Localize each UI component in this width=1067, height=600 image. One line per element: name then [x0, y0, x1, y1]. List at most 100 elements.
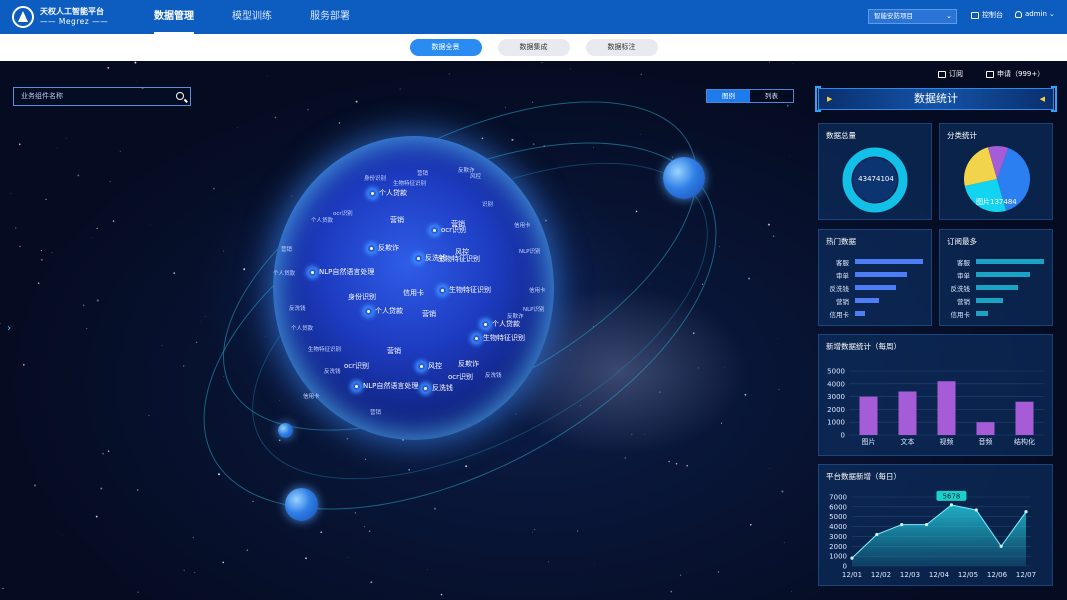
tab-data-integration[interactable]: 数据集成 [497, 39, 570, 56]
search-input[interactable]: 业务组件名称 [13, 87, 191, 106]
planet-tag[interactable]: 生物特征识别 [439, 285, 491, 295]
star [570, 68, 571, 70]
planet-tag-small[interactable]: 生物特征识别 [308, 345, 341, 353]
apply-button[interactable]: 申请（999+） [986, 69, 1044, 79]
nav-service-deploy[interactable]: 服务部署 [296, 0, 364, 34]
planet-tag[interactable]: 反洗钱 [422, 383, 453, 393]
star [534, 529, 536, 531]
star [723, 367, 725, 368]
planet-tag[interactable]: NLP自然语言处理 [309, 267, 374, 277]
star [200, 321, 202, 322]
planet-tag[interactable]: 个人贷款 [365, 306, 403, 316]
planet-tag[interactable]: 营销 [451, 219, 465, 229]
expand-left-icon[interactable]: › [7, 323, 11, 334]
planet-tag[interactable]: 个人贷款 [482, 319, 520, 329]
subscribe-button[interactable]: 订阅 [938, 69, 963, 79]
planet-tag[interactable]: 身份识别 [348, 292, 376, 302]
planet-tag[interactable]: ocr识别 [448, 372, 473, 382]
planet-tag[interactable]: 反洗钱 [415, 253, 446, 263]
list-item[interactable]: 审单 [940, 270, 1054, 280]
planet-tag-small[interactable]: 信用卡 [529, 286, 546, 294]
planet-tag-label: 信用卡 [403, 289, 424, 297]
planet-tag[interactable]: 营销 [387, 346, 401, 356]
planet-tag-small[interactable]: 个人贷款 [273, 269, 295, 277]
planet-tag-small[interactable]: 营销 [370, 408, 381, 416]
planet-tag[interactable]: 个人贷款 [369, 188, 407, 198]
list-item-label: 信用卡 [829, 311, 850, 319]
list-item[interactable]: 客服 [819, 257, 933, 267]
star [719, 246, 720, 248]
project-select[interactable]: 智能安防项目 ⌄ [868, 9, 957, 24]
stats-title-bar: ▶ 数据统计 ◀ [815, 86, 1057, 112]
planet-tag-small[interactable]: 反洗钱 [289, 304, 306, 312]
nav-model-training[interactable]: 模型训练 [218, 0, 286, 34]
star [65, 138, 67, 139]
star [37, 282, 40, 285]
list-item[interactable]: 营销 [819, 296, 933, 306]
view-toggle-list[interactable]: 列表 [750, 90, 793, 102]
list-item[interactable]: 客服 [940, 257, 1054, 267]
view-toggle-legend[interactable]: 图例 [707, 90, 750, 102]
logo[interactable]: 天权人工智能平台 —— Megrez —— [12, 6, 108, 28]
planet-tag[interactable]: 反欺诈 [368, 243, 399, 253]
star [10, 192, 12, 194]
data-point [924, 523, 929, 527]
star [547, 561, 549, 563]
planet-tag-small[interactable]: 反洗钱 [324, 367, 341, 375]
list-item[interactable]: 反洗钱 [940, 283, 1054, 293]
planet-tag[interactable]: 生物特征识别 [473, 333, 525, 343]
console-link[interactable]: 控制台 [971, 10, 1003, 20]
star [355, 100, 358, 103]
planet-tag[interactable]: ocr识别 [344, 361, 369, 371]
console-icon [971, 11, 979, 19]
tab-data-overview[interactable]: 数据全景 [409, 39, 482, 56]
planet-tag[interactable]: NLP自然语言处理 [353, 381, 418, 391]
planet-tag-small[interactable]: 营销 [281, 245, 292, 253]
planet-tag[interactable]: 营销 [390, 215, 404, 225]
tag-dot-icon [365, 307, 372, 315]
list-item[interactable]: 营销 [940, 296, 1054, 306]
planet-tag-small[interactable]: ocr识别 [333, 209, 353, 217]
data-point [850, 556, 854, 560]
tab-data-labeling[interactable]: 数据标注 [585, 39, 658, 56]
list-item[interactable]: 信用卡 [940, 309, 1054, 319]
planet-tag-label: ocr识别 [448, 373, 474, 381]
weekly-bar-chart: 0 1000 2000 3000 4000 5000 图片 文本 视频 音频 结构化 [827, 368, 1044, 446]
y-tick-label: 3000 [829, 533, 847, 541]
bar [1015, 401, 1034, 435]
list-item[interactable]: 信用卡 [819, 309, 933, 319]
star [56, 147, 58, 149]
planet-tag-small[interactable]: 身份识别 [364, 174, 386, 182]
list-item[interactable]: 审单 [819, 270, 933, 280]
planet-tag[interactable]: 信用卡 [403, 288, 424, 298]
planet-tag-small[interactable]: NLP识别 [519, 247, 541, 255]
user-icon [1015, 10, 1022, 18]
nav-data-management[interactable]: 数据管理 [140, 0, 208, 34]
planet-tag[interactable]: 反欺诈 [458, 359, 479, 369]
user-menu[interactable]: admin ⌄ [1015, 10, 1055, 18]
data-planet[interactable]: 个人贷款 营销 ocr识别 营销 反欺诈 生物特征识别 反洗钱 风控 NLP自然语言处理 信用卡生… [273, 136, 554, 440]
star [305, 557, 307, 560]
tag-dot-icon [353, 382, 360, 390]
list-item[interactable]: 反洗钱 [819, 283, 933, 293]
planet-tag-small[interactable]: 反洗钱 [485, 371, 502, 379]
y-tick-label: 1000 [827, 419, 845, 427]
planet-tag-small[interactable]: 营销 [417, 169, 428, 177]
x-tick-label: 结构化 [1014, 437, 1035, 446]
planet-tag-small[interactable]: 风控 [470, 172, 481, 180]
planet-tag[interactable]: 风控 [455, 247, 469, 257]
planet-tag[interactable]: 风控 [418, 361, 442, 371]
planet-tag-small[interactable]: 生物特征识别 [393, 179, 426, 187]
y-tick-label: 2000 [829, 543, 847, 551]
planet-tag-small[interactable]: 信用卡 [514, 221, 531, 229]
planet-tag-small[interactable]: 识别 [482, 200, 493, 208]
search-icon[interactable] [176, 92, 184, 100]
planet-tag-small[interactable]: NLP识别 [523, 305, 545, 313]
planet-tag-small[interactable]: 个人贷款 [311, 216, 333, 224]
planet-tag-small[interactable]: 个人贷款 [291, 324, 313, 332]
planet-tag[interactable]: 营销 [422, 309, 436, 319]
star [62, 535, 63, 537]
planet-tag-small[interactable]: 反欺诈 [507, 312, 524, 320]
planet-tag-label: 风控 [428, 362, 442, 370]
planet-tag-small[interactable]: 信用卡 [303, 392, 320, 400]
